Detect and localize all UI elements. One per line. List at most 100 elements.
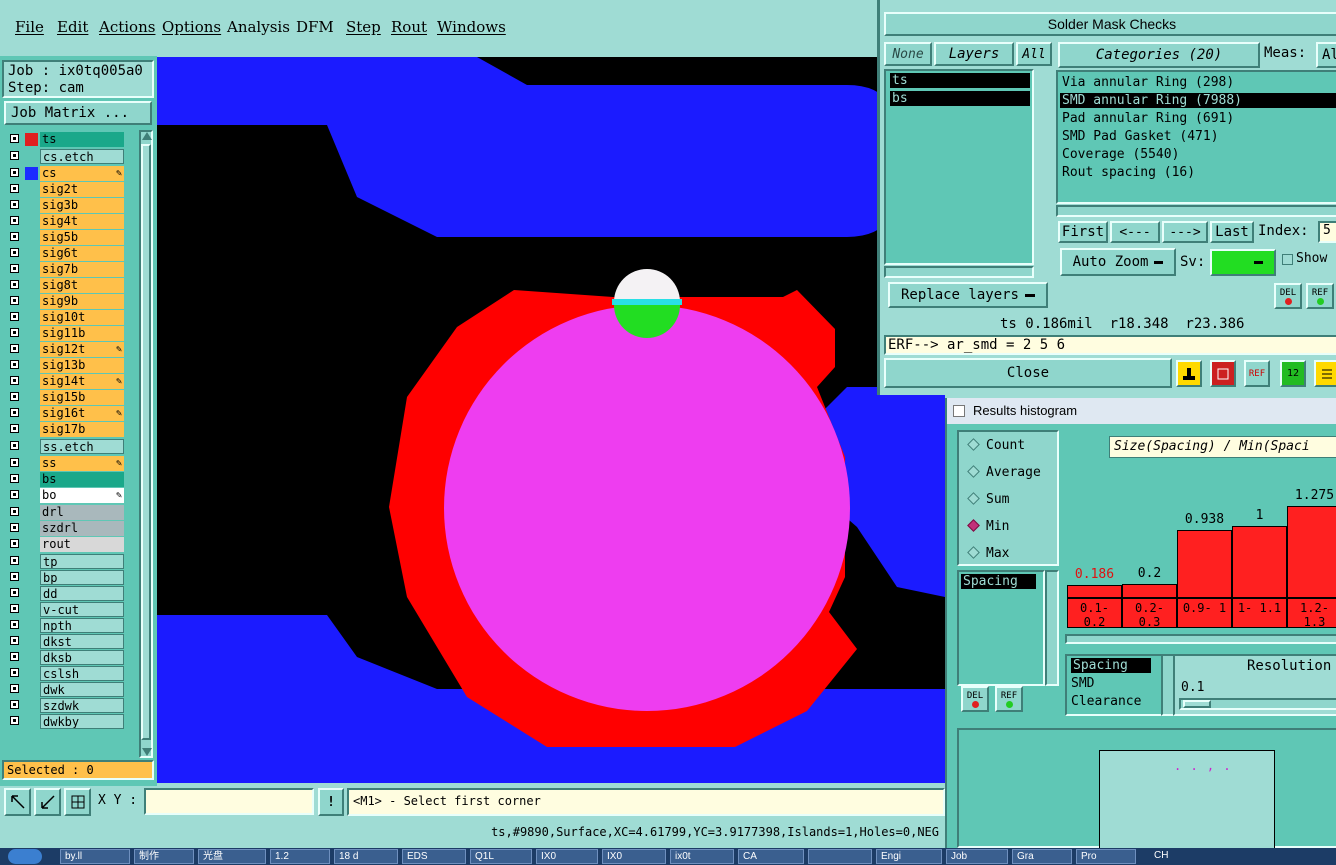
layer-checkbox[interactable] [10, 588, 19, 597]
del-button[interactable]: DEL [1274, 283, 1302, 309]
taskbar-item[interactable]: IX0 [536, 849, 598, 864]
layer-checkbox[interactable] [10, 424, 19, 433]
layer-name[interactable]: ts [40, 132, 124, 147]
layer-name[interactable]: ss [40, 456, 124, 471]
alert-button[interactable]: ! [318, 788, 344, 816]
layer-row-szdrl[interactable]: szdrl [8, 521, 124, 536]
category-item[interactable]: Via annular Ring (298) [1062, 75, 1234, 90]
layer-checkbox[interactable] [10, 458, 19, 467]
hist-hscroll[interactable] [1065, 634, 1336, 644]
layer-name[interactable]: rout [40, 537, 124, 552]
layer-checkbox[interactable] [10, 392, 19, 401]
mode-radio-count[interactable]: Count [967, 438, 1025, 453]
sm-layer-item[interactable]: ts [890, 73, 1030, 88]
taskbar-item[interactable]: EDS [402, 849, 466, 864]
layer-checkbox[interactable] [10, 360, 19, 369]
layer-row-sig6t[interactable]: sig6t [8, 246, 124, 261]
category-item[interactable]: SMD Pad Gasket (471) [1062, 129, 1219, 144]
mode-radio-average[interactable]: Average [967, 465, 1041, 480]
layer-checkbox[interactable] [10, 408, 19, 417]
hist-bar[interactable] [1177, 530, 1232, 598]
prev-button[interactable]: <--- [1110, 221, 1160, 243]
layer-checkbox[interactable] [10, 216, 19, 225]
layer-row-sig16t[interactable]: sig16t ✎ [8, 406, 124, 421]
layer-row-sig14t[interactable]: sig14t ✎ [8, 374, 124, 389]
layer-row-sig2t[interactable]: sig2t [8, 182, 124, 197]
layer-checkbox[interactable] [10, 328, 19, 337]
layer-checkbox[interactable] [10, 184, 19, 193]
none-button[interactable]: None [884, 42, 932, 66]
layer-row-sig3b[interactable]: sig3b [8, 198, 124, 213]
layer-row-szdwk[interactable]: szdwk [8, 698, 124, 713]
layer-checkbox[interactable] [10, 264, 19, 273]
ref-button[interactable]: REF [1306, 283, 1334, 309]
zoom-out-icon[interactable] [34, 788, 61, 816]
layer-checkbox[interactable] [10, 312, 19, 321]
meas-all-button[interactable]: Al [1316, 42, 1336, 68]
taskbar-item[interactable] [808, 849, 872, 864]
hist-bar[interactable] [1232, 526, 1287, 598]
menu-dfm[interactable]: DFM [296, 18, 334, 36]
sv-color-menu[interactable] [1210, 249, 1276, 276]
layer-checkbox[interactable] [10, 376, 19, 385]
layer-name[interactable]: sig4t [40, 214, 124, 229]
layer-name[interactable]: cs [40, 166, 124, 181]
layer-name[interactable]: sig12t [40, 342, 124, 357]
layer-row-sig15b[interactable]: sig15b [8, 390, 124, 405]
layer-name[interactable]: bs [40, 472, 124, 487]
layer-name[interactable]: dwkby [40, 714, 124, 729]
layer-name[interactable]: tp [40, 554, 124, 569]
layer-row-sig13b[interactable]: sig13b [8, 358, 124, 373]
layer-name[interactable]: sig5b [40, 230, 124, 245]
categories-hscroll[interactable] [1056, 205, 1336, 217]
layer-row-ts[interactable]: ts [8, 132, 124, 147]
layer-checkbox[interactable] [10, 620, 19, 629]
layer-name[interactable]: sig16t [40, 406, 124, 421]
layer-name[interactable]: sig8t [40, 278, 124, 293]
taskbar-item[interactable]: Engi [876, 849, 942, 864]
layer-row-tp[interactable]: tp [8, 554, 124, 569]
sm-layer-item[interactable]: bs [890, 91, 1030, 106]
layer-checkbox[interactable] [10, 151, 19, 160]
category-item[interactable]: Coverage (5540) [1062, 147, 1179, 162]
layer-name[interactable]: cslsh [40, 666, 124, 681]
layer-checkbox[interactable] [10, 539, 19, 548]
layer-row-sig17b[interactable]: sig17b [8, 422, 124, 437]
layer-checkbox[interactable] [10, 200, 19, 209]
close-button[interactable]: Close [884, 358, 1172, 388]
layer-row-sig8t[interactable]: sig8t [8, 278, 124, 293]
layer-name[interactable]: sig10t [40, 310, 124, 325]
layer-checkbox[interactable] [10, 604, 19, 613]
scroll-up-icon[interactable] [142, 132, 152, 140]
layer-checkbox[interactable] [10, 344, 19, 353]
mode-radio-max[interactable]: Max [967, 546, 1009, 561]
tool-icon-ref[interactable]: REF [1244, 360, 1270, 387]
layer-name[interactable]: szdrl [40, 521, 124, 536]
layer-checkbox[interactable] [10, 523, 19, 532]
menu-options[interactable]: Options [162, 18, 221, 36]
layer-name[interactable]: drl [40, 505, 124, 520]
zoom-in-icon[interactable] [4, 788, 31, 816]
taskbar-item[interactable]: 1.2 [270, 849, 330, 864]
layer-name[interactable]: sig15b [40, 390, 124, 405]
resolution-thumb[interactable] [1183, 700, 1211, 708]
taskbar-item[interactable]: by.ll [60, 849, 130, 864]
tool-icon-2[interactable] [1210, 360, 1236, 387]
layer-checkbox[interactable] [10, 716, 19, 725]
mode-radio-min[interactable]: Min [967, 519, 1009, 534]
taskbar-item[interactable]: Pro [1076, 849, 1136, 864]
mode-radio-sum[interactable]: Sum [967, 492, 1009, 507]
layer-row-dwkby[interactable]: dwkby [8, 714, 124, 729]
layer-checkbox[interactable] [10, 490, 19, 499]
tool-icon-1[interactable] [1176, 360, 1202, 387]
category-item[interactable]: SMD annular Ring (7988) [1060, 93, 1336, 108]
layer-row-bs[interactable]: bs [8, 472, 124, 487]
categories-button[interactable]: Categories (20) [1058, 42, 1260, 68]
layer-row-sig7b[interactable]: sig7b [8, 262, 124, 277]
layer-row-cs.etch[interactable]: cs.etch [8, 149, 124, 164]
layer-row-sig12t[interactable]: sig12t ✎ [8, 342, 124, 357]
taskbar-item[interactable]: IX0 [602, 849, 666, 864]
layer-row-dd[interactable]: dd [8, 586, 124, 601]
menu-edit[interactable]: Edit [57, 18, 88, 36]
layer-row-sig10t[interactable]: sig10t [8, 310, 124, 325]
